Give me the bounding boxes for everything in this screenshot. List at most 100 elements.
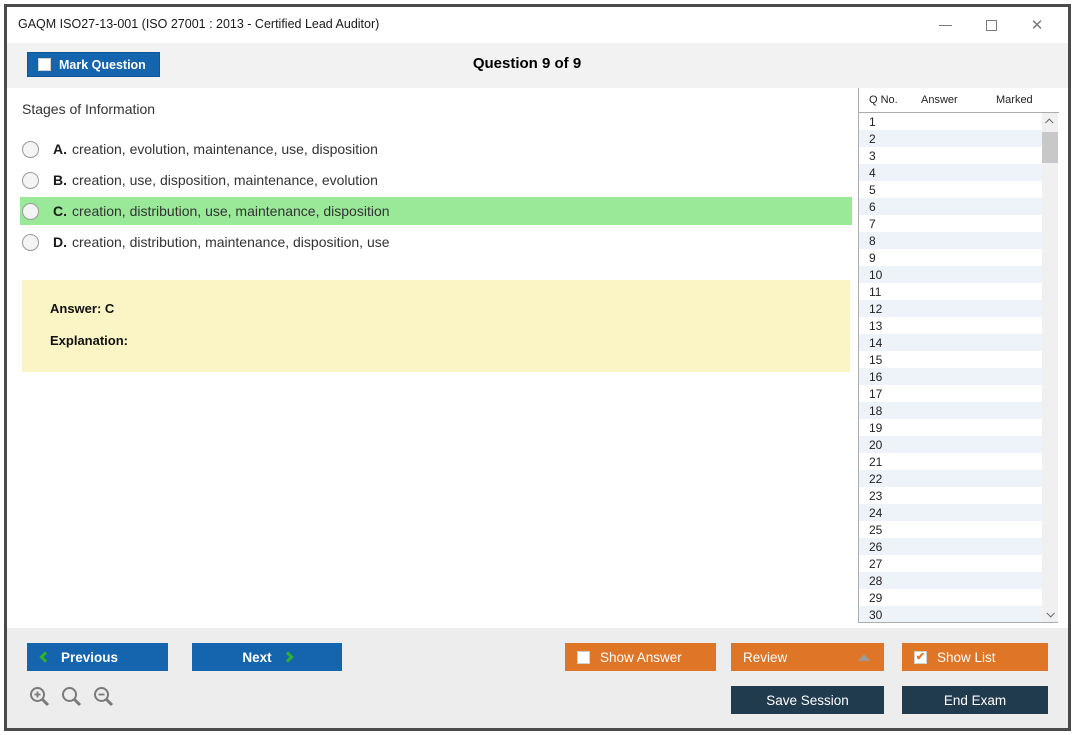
chevron-right-icon xyxy=(282,651,293,662)
option-letter: A. xyxy=(53,141,67,157)
question-list-row[interactable]: 9 xyxy=(859,249,1042,266)
question-list-row[interactable]: 27 xyxy=(859,555,1042,572)
answer-label: Answer: C xyxy=(50,301,850,316)
save-session-button[interactable]: Save Session xyxy=(731,686,884,714)
question-list-row[interactable]: 12 xyxy=(859,300,1042,317)
question-list-body: 1234567891011121314151617181920212223242… xyxy=(859,113,1042,623)
options-list: A. creation, evolution, maintenance, use,… xyxy=(20,135,852,259)
save-session-label: Save Session xyxy=(766,693,849,708)
question-list-row[interactable]: 10 xyxy=(859,266,1042,283)
option-row-d[interactable]: D.creation, distribution, maintenance, d… xyxy=(20,228,852,256)
column-header-answer: Answer xyxy=(921,94,958,106)
chevron-down-icon xyxy=(1046,609,1054,617)
show-list-button[interactable]: ✔ Show List xyxy=(902,643,1048,671)
show-answer-button[interactable]: Show Answer xyxy=(565,643,716,671)
question-list-row[interactable]: 29 xyxy=(859,589,1042,606)
question-list-row[interactable]: 1 xyxy=(859,113,1042,130)
radio-button[interactable] xyxy=(22,234,39,251)
column-header-marked: Marked xyxy=(996,94,1033,106)
radio-button[interactable] xyxy=(22,203,39,220)
maximize-button[interactable] xyxy=(968,10,1014,40)
question-list-row[interactable]: 22 xyxy=(859,470,1042,487)
zoom-out-icon[interactable] xyxy=(92,685,116,709)
scroll-up-button[interactable] xyxy=(1042,113,1058,130)
close-icon: ✕ xyxy=(1031,18,1044,33)
option-letter: B. xyxy=(53,172,67,188)
question-list-row[interactable]: 15 xyxy=(859,351,1042,368)
question-list-row[interactable]: 28 xyxy=(859,572,1042,589)
show-answer-label: Show Answer xyxy=(600,650,682,665)
scroll-down-button[interactable] xyxy=(1042,605,1058,622)
explanation-label: Explanation: xyxy=(50,333,850,348)
dropdown-arrow-icon xyxy=(858,654,870,661)
question-list-row[interactable]: 11 xyxy=(859,283,1042,300)
mark-question-checkbox[interactable] xyxy=(38,58,51,71)
next-label: Next xyxy=(242,650,271,665)
question-list-row[interactable]: 24 xyxy=(859,504,1042,521)
option-text: creation, distribution, use, maintenance… xyxy=(72,203,390,219)
question-list-row[interactable]: 19 xyxy=(859,419,1042,436)
option-row-b[interactable]: B. creation, use, disposition, maintenanc… xyxy=(20,166,852,194)
end-exam-label: End Exam xyxy=(944,693,1006,708)
question-list-row[interactable]: 14 xyxy=(859,334,1042,351)
window-controls: ✕ xyxy=(922,7,1060,43)
next-button[interactable]: Next xyxy=(192,643,342,671)
question-list-header: Q No. Answer Marked xyxy=(859,88,1059,113)
show-answer-checkbox[interactable] xyxy=(577,651,590,664)
show-list-checkbox[interactable]: ✔ xyxy=(914,651,927,664)
scrollbar-thumb[interactable] xyxy=(1042,132,1058,163)
question-list-row[interactable]: 13 xyxy=(859,317,1042,334)
question-header-band: Question 9 of 9 Mark Question xyxy=(7,43,1068,88)
answer-box: Answer: C Explanation: xyxy=(22,280,850,372)
option-letter: C. xyxy=(53,203,67,219)
option-row-c[interactable]: C. creation, distribution, use, maintenan… xyxy=(20,197,852,225)
window-title: GAQM ISO27-13-001 (ISO 27001 : 2013 - Ce… xyxy=(18,17,379,31)
previous-label: Previous xyxy=(61,650,118,665)
question-list-row[interactable]: 7 xyxy=(859,215,1042,232)
question-list-row[interactable]: 5 xyxy=(859,181,1042,198)
show-list-label: Show List xyxy=(937,650,996,665)
question-list-row[interactable]: 2 xyxy=(859,130,1042,147)
question-list-row[interactable]: 17 xyxy=(859,385,1042,402)
column-header-qno: Q No. xyxy=(869,94,898,106)
minimize-button[interactable] xyxy=(922,10,968,40)
title-bar: GAQM ISO27-13-001 (ISO 27001 : 2013 - Ce… xyxy=(7,7,1068,43)
mark-question-label: Mark Question xyxy=(59,58,146,72)
close-button[interactable]: ✕ xyxy=(1014,10,1060,40)
radio-button[interactable] xyxy=(22,141,39,158)
review-label: Review xyxy=(743,650,787,665)
zoom-reset-icon[interactable] xyxy=(60,685,84,709)
question-list-row[interactable]: 25 xyxy=(859,521,1042,538)
question-list-row[interactable]: 8 xyxy=(859,232,1042,249)
review-dropdown[interactable]: Review xyxy=(731,643,884,671)
question-list-scrollbar[interactable] xyxy=(1042,113,1058,623)
question-list-panel: Q No. Answer Marked 12345678910111213141… xyxy=(858,88,1058,623)
exam-window: GAQM ISO27-13-001 (ISO 27001 : 2013 - Ce… xyxy=(4,4,1071,731)
question-list-row[interactable]: 3 xyxy=(859,147,1042,164)
question-text: Stages of Information xyxy=(22,101,155,117)
zoom-toolbar xyxy=(28,685,116,709)
option-row-a[interactable]: A. creation, evolution, maintenance, use,… xyxy=(20,135,852,163)
question-list-row[interactable]: 21 xyxy=(859,453,1042,470)
question-list-row[interactable]: 26 xyxy=(859,538,1042,555)
question-list-row[interactable]: 18 xyxy=(859,402,1042,419)
question-list-row[interactable]: 4 xyxy=(859,164,1042,181)
question-list-row[interactable]: 16 xyxy=(859,368,1042,385)
end-exam-button[interactable]: End Exam xyxy=(902,686,1048,714)
chevron-up-icon xyxy=(1045,118,1053,126)
radio-button[interactable] xyxy=(22,172,39,189)
minimize-icon xyxy=(939,25,952,26)
maximize-icon xyxy=(986,20,997,31)
zoom-in-icon[interactable] xyxy=(28,685,52,709)
mark-question-button[interactable]: Mark Question xyxy=(27,52,160,77)
question-list-row[interactable]: 30 xyxy=(859,606,1042,623)
question-list-row[interactable]: 6 xyxy=(859,198,1042,215)
question-list-row[interactable]: 23 xyxy=(859,487,1042,504)
previous-button[interactable]: Previous xyxy=(27,643,168,671)
option-text: creation, use, disposition, maintenance,… xyxy=(72,172,378,188)
question-list-row[interactable]: 20 xyxy=(859,436,1042,453)
footer-bar: Previous Next Show Answer Review ✔ Show … xyxy=(7,628,1068,728)
check-icon: ✔ xyxy=(916,652,925,663)
chevron-left-icon xyxy=(39,651,50,662)
option-text: creation, evolution, maintenance, use, d… xyxy=(72,141,378,157)
